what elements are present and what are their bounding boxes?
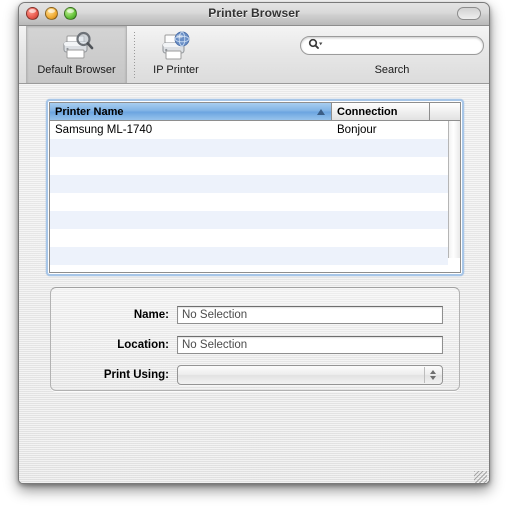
table-row[interactable] [50,247,448,265]
table-row[interactable] [50,157,448,175]
cell-printer-name: Samsung ML-1740 [55,124,153,136]
printer-info-group: Name: No Selection Location: No Selectio… [50,287,460,391]
printer-list-header: Printer Name Connection [50,103,460,121]
title-bar: Printer Browser [19,3,489,26]
search-area: Search [300,26,484,83]
table-row[interactable] [50,229,448,247]
printer-list-inner: Printer Name Connection Samsung ML-1740 … [49,102,461,273]
printer-list-rows: Samsung ML-1740 Bonjour [50,121,448,272]
printer-globe-icon [159,30,193,62]
printer-list[interactable]: Printer Name Connection Samsung ML-1740 … [46,99,464,276]
table-row[interactable] [50,139,448,157]
location-field[interactable]: No Selection [177,336,443,354]
print-using-label: Print Using: [103,369,169,381]
name-label: Name: [133,309,169,321]
window-body: Printer Name Connection Samsung ML-1740 … [19,84,489,483]
resize-grip[interactable] [474,471,487,483]
column-header-printer-name[interactable]: Printer Name [50,103,332,120]
window-title: Printer Browser [208,6,300,20]
search-label: Search [374,64,410,76]
chevron-updown-icon [424,367,440,383]
table-row[interactable]: Samsung ML-1740 Bonjour [50,121,448,139]
sort-ascending-icon [317,108,325,115]
printer-search-icon [60,30,94,62]
tab-ip-printer-label: IP Printer [153,64,199,76]
column-header-connection[interactable]: Connection [332,103,430,120]
table-row[interactable] [50,211,448,229]
printer-list-scrollbar[interactable] [448,121,460,272]
search-field[interactable] [300,36,484,55]
column-header-printer-name-label: Printer Name [55,105,124,118]
cell-connection: Bonjour [337,124,377,136]
field-row-print-using: Print Using: [51,365,459,385]
tab-ip-printer[interactable]: IP Printer [141,26,211,83]
print-using-select[interactable] [177,365,443,385]
search-magnifier-icon[interactable] [308,37,323,55]
name-field[interactable]: No Selection [177,306,443,324]
table-row[interactable] [50,265,448,272]
scrollbar-bottom-cap [448,258,460,272]
field-row-name: Name: No Selection [51,305,459,325]
table-row[interactable] [50,193,448,211]
tab-default-browser-label: Default Browser [37,64,116,76]
field-row-location: Location: No Selection [51,335,459,355]
column-header-connection-label: Connection [337,105,398,118]
table-row[interactable] [50,175,448,193]
toolbar-toggle-button[interactable] [457,7,481,20]
location-label: Location: [117,339,169,351]
toolbar-separator [134,32,135,78]
tab-default-browser[interactable]: Default Browser [26,26,127,83]
toolbar: Default Browser IP Printer Search [19,26,489,84]
search-input[interactable] [326,38,476,53]
printer-browser-window: Printer Browser Default Browser IP Print… [18,2,490,484]
column-header-spacer [430,103,460,120]
